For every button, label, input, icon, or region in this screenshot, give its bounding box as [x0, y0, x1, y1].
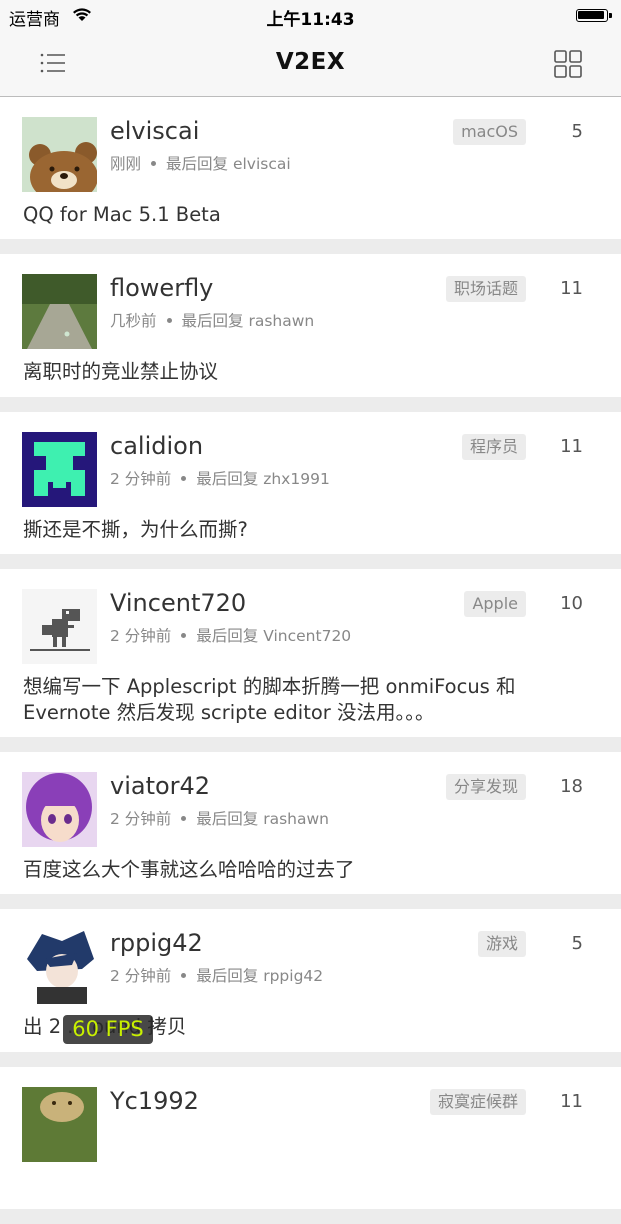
username[interactable]: elviscai	[110, 117, 199, 145]
username[interactable]: viator42	[110, 772, 210, 800]
node-tag[interactable]: 分享发现	[445, 774, 526, 800]
topic-cell[interactable]: elviscai 刚刚 最后回复 elviscai macOS 5 QQ for …	[0, 97, 621, 254]
status-bar: 运营商 上午11:43	[0, 0, 621, 32]
topic-cell[interactable]: flowerfly 几秒前 最后回复 rashawn 职场话题 11 离职时的竞业…	[0, 254, 621, 412]
topic-meta: 2 分钟前 最后回复 rashawn	[110, 807, 329, 829]
node-tag[interactable]: 寂寞症候群	[429, 1089, 526, 1115]
topic-title[interactable]: QQ for Mac 5.1 Beta	[23, 202, 563, 228]
last-reply: 最后回复 rashawn	[196, 810, 329, 828]
separator-dot	[181, 633, 187, 638]
post-time: 2 分钟前	[110, 967, 172, 985]
reply-count: 11	[560, 436, 583, 457]
separator-dot	[181, 476, 187, 481]
node-tag[interactable]: 游戏	[477, 931, 526, 957]
navigation-bar: V2EX	[0, 32, 621, 97]
reply-count: 5	[571, 121, 583, 142]
separator-dot	[166, 318, 172, 323]
username[interactable]: calidion	[110, 432, 203, 460]
topic-cell[interactable]: calidion 2 分钟前 最后回复 zhx1991 程序员 11 撕还是不撕，…	[0, 412, 621, 569]
topic-title[interactable]: 撕还是不撕，为什么而撕?	[23, 517, 563, 543]
nav-title: V2EX	[275, 49, 346, 75]
topic-title[interactable]: 离职时的竞业禁止协议	[23, 359, 563, 385]
last-reply: 最后回复 rashawn	[181, 312, 315, 330]
avatar-path-photo[interactable]	[22, 274, 97, 349]
reply-count: 5	[571, 933, 583, 954]
node-tag[interactable]: 职场话题	[445, 276, 526, 302]
status-time: 上午11:43	[266, 10, 355, 30]
topic-meta: 几秒前 最后回复 rashawn	[110, 309, 314, 331]
node-tag[interactable]: macOS	[453, 119, 526, 145]
node-tag[interactable]: Apple	[464, 591, 526, 617]
username[interactable]: Vincent720	[110, 589, 246, 617]
last-reply: 最后回复 zhx1991	[196, 470, 330, 488]
last-reply: 最后回复 elviscai	[166, 155, 291, 173]
post-time: 几秒前	[110, 312, 157, 330]
reply-count: 11	[560, 1091, 583, 1112]
topic-cell[interactable]: viator42 2 分钟前 最后回复 rashawn 分享发现 18 百度这么大…	[0, 752, 621, 909]
topic-meta: 2 分钟前 最后回复 Vincent720	[110, 624, 351, 646]
topic-meta: 刚刚 最后回复 elviscai	[110, 152, 291, 174]
avatar-anime-girl[interactable]	[22, 772, 97, 847]
separator-dot	[181, 973, 187, 978]
reply-count: 18	[560, 776, 583, 797]
topic-title[interactable]: 想编写一下 Applescript 的脚本折腾一把 onmiFocus 和 Ev…	[23, 674, 563, 726]
reply-count: 11	[560, 278, 583, 299]
topic-list: elviscai 刚刚 最后回复 elviscai macOS 5 QQ for …	[0, 97, 621, 1224]
topic-meta: 2 分钟前 最后回复 rppig42	[110, 964, 323, 986]
separator-dot	[151, 161, 157, 166]
username[interactable]: flowerfly	[110, 274, 213, 302]
avatar-dino[interactable]	[22, 589, 97, 664]
battery-tip	[609, 13, 612, 18]
last-reply: 最后回复 Vincent720	[196, 627, 352, 645]
node-tag[interactable]: 程序员	[461, 434, 526, 460]
avatar-photo[interactable]	[22, 1087, 97, 1162]
username[interactable]: rppig42	[110, 929, 203, 957]
post-time: 2 分钟前	[110, 627, 172, 645]
post-time: 2 分钟前	[110, 810, 172, 828]
post-time: 刚刚	[110, 155, 142, 173]
avatar-pixel-figure[interactable]	[22, 432, 97, 507]
avatar-bear[interactable]	[22, 117, 97, 192]
topic-meta: 2 分钟前 最后回复 zhx1991	[110, 467, 330, 489]
battery-icon	[576, 9, 608, 22]
last-reply: 最后回复 rppig42	[196, 967, 324, 985]
avatar-anime-boy[interactable]	[22, 929, 97, 1004]
username[interactable]: Yc1992	[110, 1087, 199, 1115]
topic-cell[interactable]: Vincent720 2 分钟前 最后回复 Vincent720 Apple 10…	[0, 569, 621, 752]
post-time: 2 分钟前	[110, 470, 172, 488]
topic-cell[interactable]: Yc1992 寂寞症候群 11	[0, 1067, 621, 1224]
separator-dot	[181, 816, 187, 821]
fps-counter: 60 FPS	[63, 1015, 153, 1044]
grid-icon[interactable]	[553, 49, 583, 79]
topic-title[interactable]: 百度这么大个事就这么哈哈哈的过去了	[23, 857, 563, 883]
reply-count: 10	[560, 593, 583, 614]
